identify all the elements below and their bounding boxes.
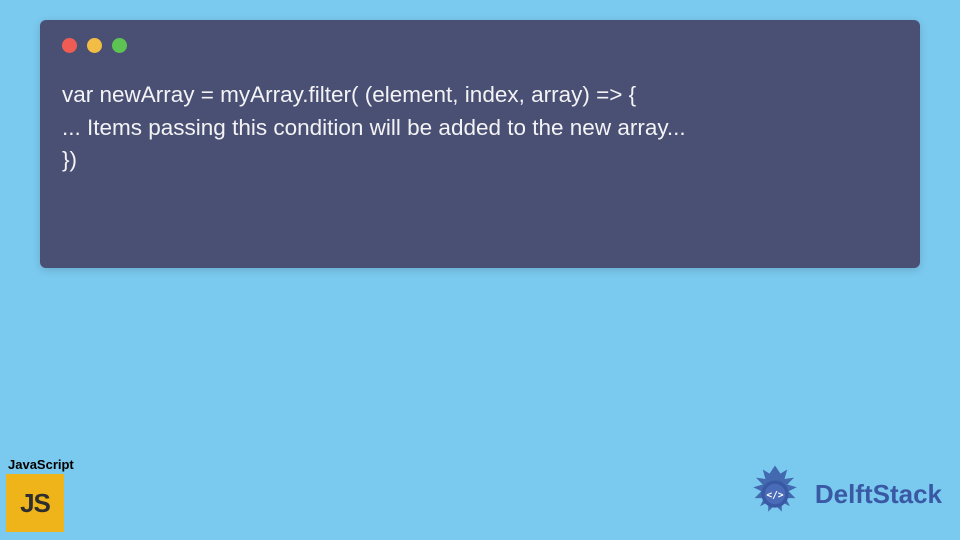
- delftstack-text: DelftStack: [815, 479, 942, 510]
- minimize-icon[interactable]: [87, 38, 102, 53]
- code-window: var newArray = myArray.filter( (element,…: [40, 20, 920, 268]
- close-icon[interactable]: [62, 38, 77, 53]
- delftstack-badge: </> DelftStack: [741, 460, 942, 528]
- code-line: var newArray = myArray.filter( (element,…: [62, 82, 636, 107]
- javascript-label: JavaScript: [8, 457, 74, 472]
- delftstack-logo-icon: </>: [741, 460, 809, 528]
- svg-text:</>: </>: [766, 490, 783, 501]
- javascript-badge: JavaScript JS: [6, 457, 74, 532]
- javascript-logo-icon: JS: [6, 474, 64, 532]
- window-controls: [62, 38, 898, 53]
- code-line: }): [62, 147, 77, 172]
- js-logo-text: JS: [20, 488, 50, 519]
- code-line: ... Items passing this condition will be…: [62, 115, 686, 140]
- code-content: var newArray = myArray.filter( (element,…: [62, 79, 898, 177]
- maximize-icon[interactable]: [112, 38, 127, 53]
